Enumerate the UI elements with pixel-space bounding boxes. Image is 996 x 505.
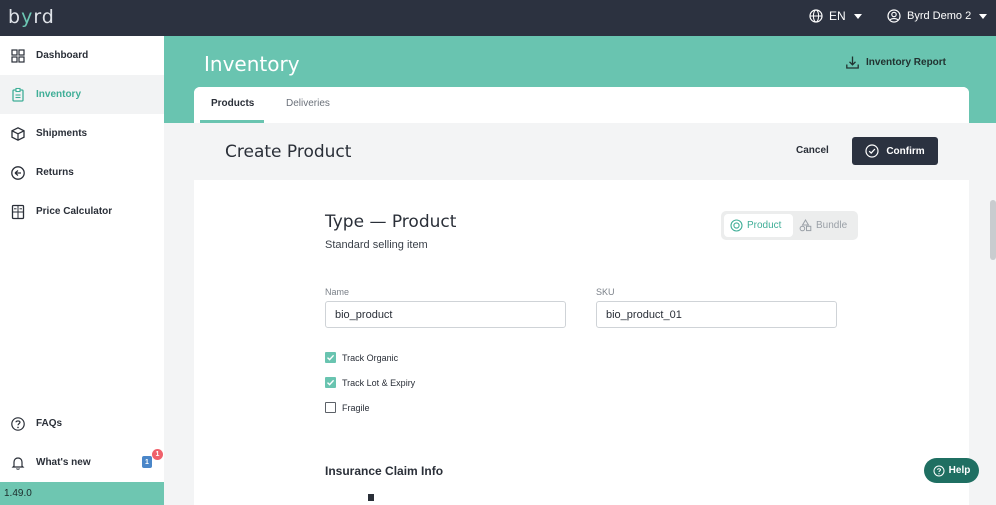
type-title: Type — Product <box>325 212 457 232</box>
track-organic-label: Track Organic <box>342 352 399 363</box>
help-button[interactable]: Help <box>924 458 979 483</box>
fragile-checkbox-row[interactable]: Fragile <box>325 402 370 413</box>
sidebar-item-label: Inventory <box>36 89 82 100</box>
check-circle-icon <box>865 144 879 158</box>
sidebar-item-inventory[interactable]: Inventory <box>0 75 164 114</box>
byrd-logo[interactable]: byrd <box>8 6 55 28</box>
form-header: Create Product Cancel Confirm <box>194 123 969 180</box>
section-title: Create Product <box>225 142 352 162</box>
shapes-icon <box>799 219 812 232</box>
track-organic-checkbox-row[interactable]: Track Organic <box>325 352 398 363</box>
logo-text-rd: rd <box>33 6 55 28</box>
sidebar-item-dashboard[interactable]: Dashboard <box>0 36 164 75</box>
box-icon <box>11 126 25 141</box>
track-lot-expiry-checkbox-row[interactable]: Track Lot & Expiry <box>325 377 415 388</box>
app-version: 1.49.0 <box>0 482 164 505</box>
track-lot-expiry-checkbox[interactable] <box>325 377 336 388</box>
toggle-bundle[interactable]: Bundle <box>793 214 855 237</box>
cropped-content <box>368 494 374 501</box>
language-selector[interactable]: EN <box>809 9 862 23</box>
sku-label: SKU <box>596 287 615 297</box>
whats-new-count-badge: 1 <box>142 456 152 468</box>
sidebar-item-whats-new[interactable]: What's new 1 1 <box>0 443 164 482</box>
toggle-product[interactable]: Product <box>724 214 793 237</box>
question-circle-icon <box>933 465 945 476</box>
checkmark-icon <box>327 379 335 386</box>
page-scrollbar[interactable] <box>990 200 996 260</box>
page-title: Inventory <box>204 52 300 76</box>
bell-icon <box>11 456 25 470</box>
fragile-label: Fragile <box>342 402 370 413</box>
toggle-bundle-label: Bundle <box>816 220 848 231</box>
confirm-label: Confirm <box>886 145 925 157</box>
track-organic-checkbox[interactable] <box>325 352 336 363</box>
logo-text-b: b <box>8 6 22 28</box>
fragile-checkbox[interactable] <box>325 402 336 413</box>
language-label: EN <box>829 9 846 23</box>
return-icon <box>11 165 25 180</box>
sidebar-item-shipments[interactable]: Shipments <box>0 114 164 153</box>
cancel-button[interactable]: Cancel <box>796 145 829 156</box>
chevron-down-icon <box>853 13 862 19</box>
sidebar-item-faqs[interactable]: FAQs <box>0 404 164 443</box>
type-toggle: Product Bundle <box>721 211 858 240</box>
product-form: Type — Product Standard selling item Pro… <box>194 180 969 505</box>
tab-deliveries[interactable]: Deliveries <box>286 98 330 109</box>
user-name: Byrd Demo 2 <box>907 10 972 22</box>
name-input[interactable] <box>325 301 566 328</box>
toggle-product-label: Product <box>747 220 782 231</box>
download-icon <box>846 56 859 69</box>
tab-products[interactable]: Products <box>211 98 254 109</box>
top-bar: byrd EN Byrd Demo 2 <box>0 0 996 36</box>
clipboard-icon <box>12 87 24 102</box>
help-label: Help <box>948 465 971 476</box>
sidebar-item-label: FAQs <box>36 418 63 429</box>
sidebar-item-label: Shipments <box>36 128 88 139</box>
name-label: Name <box>325 287 350 297</box>
type-subtitle: Standard selling item <box>325 239 428 251</box>
logo-text-y: y <box>21 6 34 28</box>
confirm-button[interactable]: Confirm <box>852 137 938 165</box>
question-circle-icon <box>11 416 25 431</box>
insurance-section-title: Insurance Claim Info <box>325 464 444 478</box>
sidebar-item-price-calculator[interactable]: Price Calculator <box>0 192 164 231</box>
inventory-report-link[interactable]: Inventory Report <box>845 55 946 70</box>
notification-badge: 1 <box>152 449 163 460</box>
tab-bar: Products Deliveries <box>194 87 969 123</box>
sidebar-item-label: Dashboard <box>36 50 89 61</box>
checkmark-icon <box>327 354 335 361</box>
create-product-card: Products Deliveries Create Product Cance… <box>194 87 969 505</box>
user-icon <box>887 9 901 23</box>
user-menu[interactable]: Byrd Demo 2 <box>887 9 988 23</box>
chevron-down-icon <box>979 13 988 19</box>
sidebar-item-label: What's new <box>36 457 91 468</box>
sidebar: Dashboard Inventory Shipments Returns Pr… <box>0 36 164 505</box>
sku-input[interactable] <box>596 301 837 328</box>
sidebar-item-returns[interactable]: Returns <box>0 153 164 192</box>
sidebar-item-label: Price Calculator <box>36 206 113 217</box>
inventory-report-label: Inventory Report <box>866 57 947 68</box>
target-icon <box>730 219 743 232</box>
calculator-icon <box>11 204 25 219</box>
globe-icon <box>809 9 823 23</box>
track-lot-expiry-label: Track Lot & Expiry <box>342 377 416 388</box>
grid-icon <box>11 48 25 63</box>
sidebar-item-label: Returns <box>36 167 74 178</box>
